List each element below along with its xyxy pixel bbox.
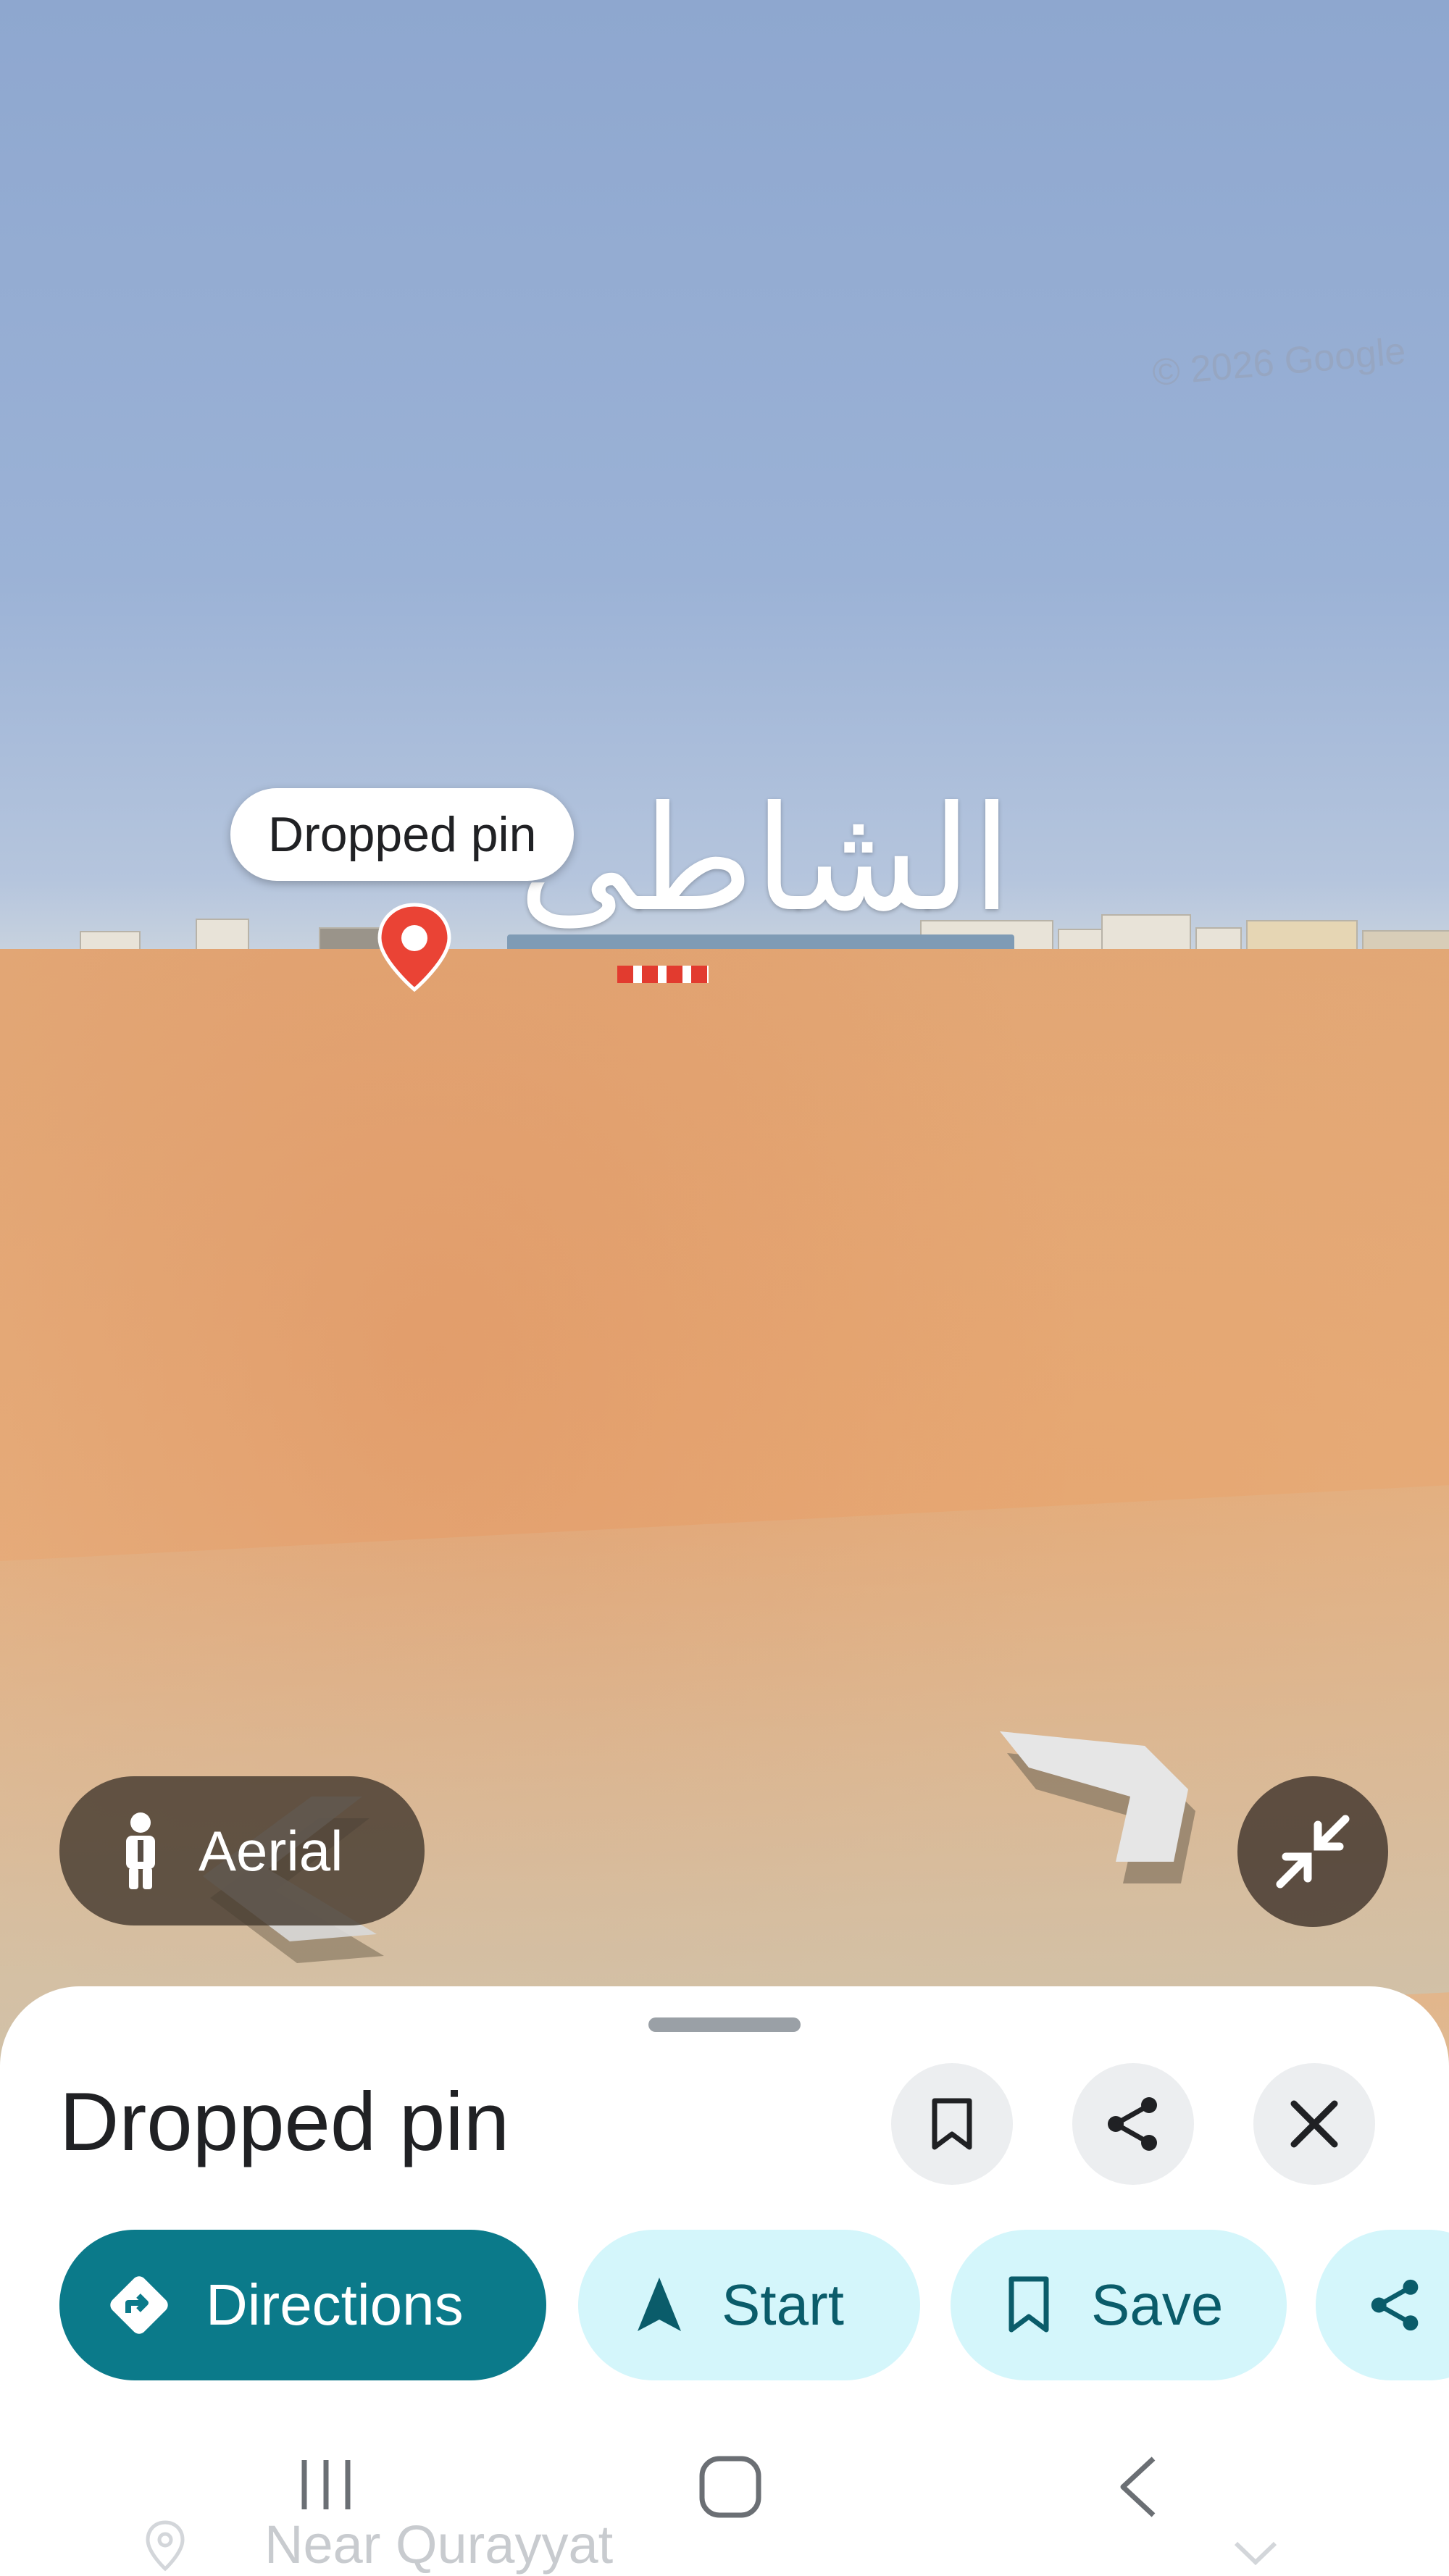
bookmark-icon [1000, 2276, 1058, 2334]
save-button[interactable]: Save [951, 2230, 1287, 2380]
directions-label: Directions [206, 2272, 464, 2337]
aerial-label: Aerial [199, 1818, 343, 1883]
navigation-arrow-icon [630, 2276, 688, 2334]
save-label: Save [1091, 2272, 1224, 2337]
save-icon-button[interactable] [891, 2063, 1013, 2185]
street-name-label: الشاطى [518, 775, 1012, 944]
pegman-icon [126, 1812, 155, 1889]
road-barrier [617, 966, 709, 983]
close-button[interactable] [1253, 2063, 1375, 2185]
place-title: Dropped pin [59, 2076, 510, 2168]
map-pin-icon[interactable] [377, 902, 452, 992]
share-icon [1366, 2278, 1424, 2333]
bookmark-icon [932, 2098, 972, 2150]
home-icon[interactable] [698, 2454, 763, 2519]
directions-button[interactable]: Directions [59, 2230, 546, 2380]
dropped-pin-label[interactable]: Dropped pin [230, 788, 575, 881]
street-nav-arrow-forward[interactable] [993, 1717, 1210, 1891]
aerial-toggle-button[interactable]: Aerial [59, 1776, 425, 1925]
dirt-road [0, 1477, 1449, 2073]
close-icon [1290, 2100, 1338, 2148]
share-icon-button[interactable] [1072, 2063, 1194, 2185]
system-navigation-bar [0, 2412, 1449, 2576]
collapse-street-view-button[interactable] [1237, 1776, 1388, 1927]
back-icon[interactable] [1116, 2454, 1159, 2519]
start-label: Start [722, 2272, 844, 2337]
collapse-arrows-icon [1276, 1815, 1350, 1889]
recent-apps-icon[interactable] [297, 2456, 355, 2514]
sheet-drag-handle[interactable] [648, 2017, 801, 2032]
start-button[interactable]: Start [578, 2230, 920, 2380]
share-icon [1108, 2097, 1157, 2151]
directions-icon [103, 2272, 175, 2338]
